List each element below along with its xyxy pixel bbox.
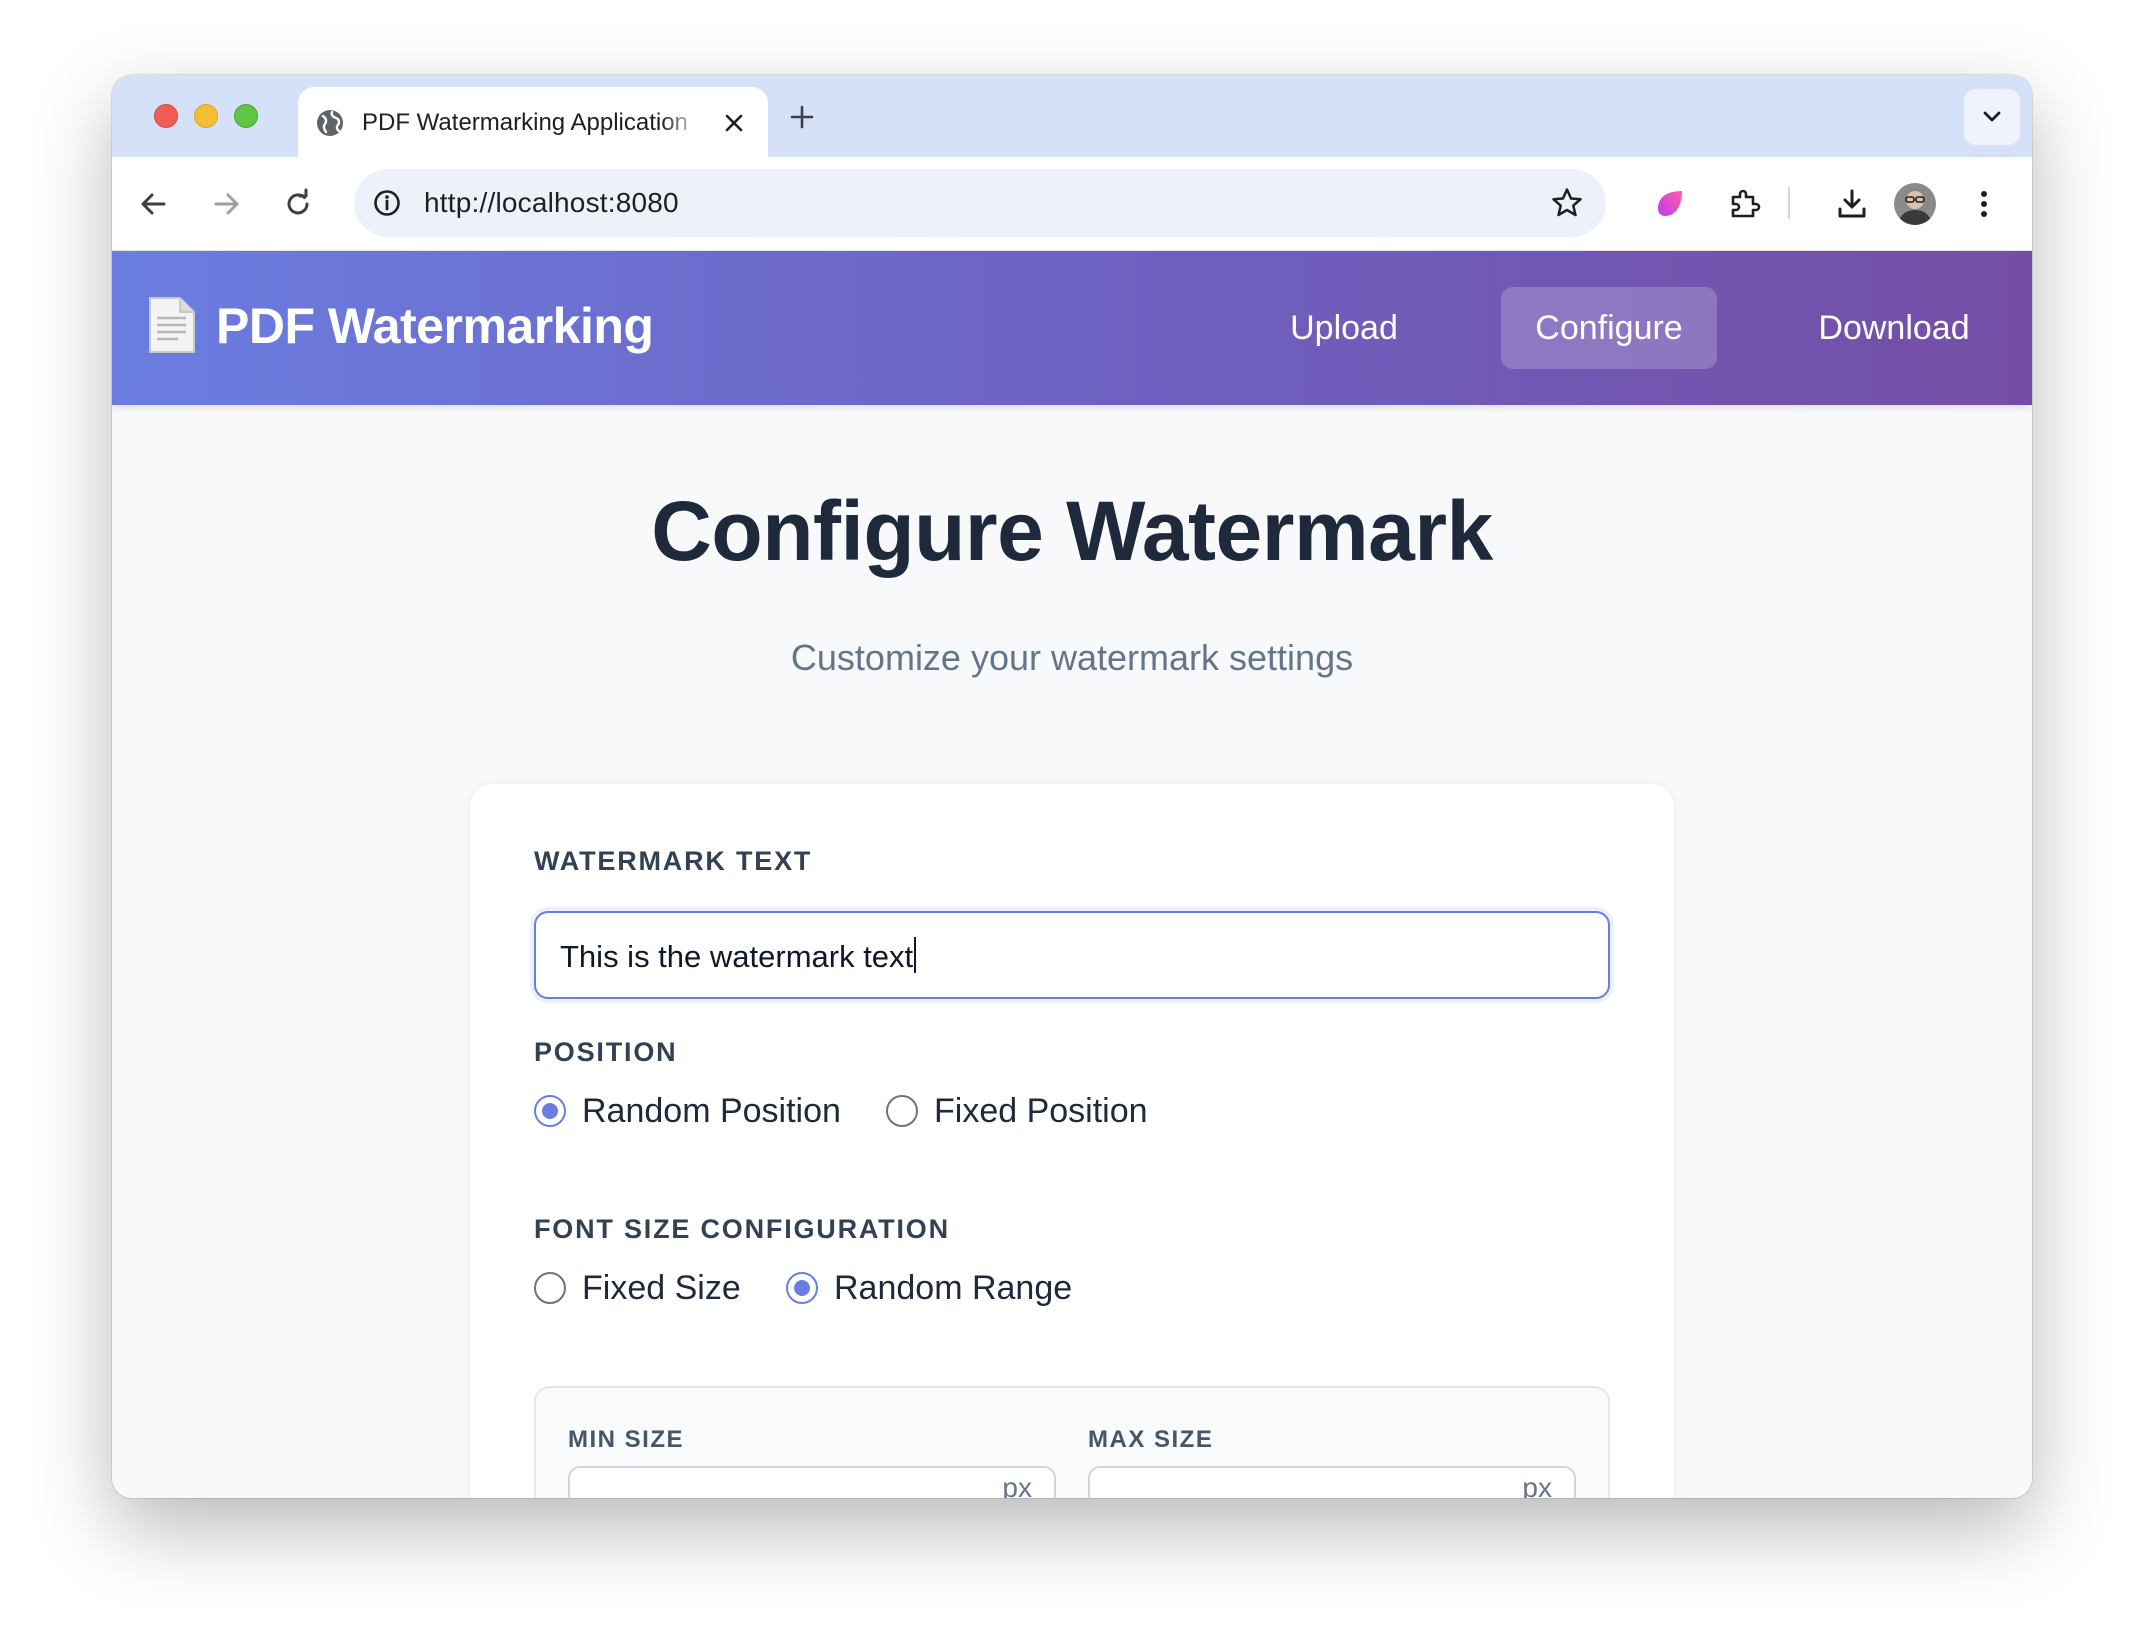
max-size-label: MAX SIZE [1088,1426,1214,1453]
radio-label: Random Position [582,1092,841,1130]
nav-link-upload[interactable]: Upload [1272,287,1416,369]
radio-button[interactable] [534,1272,566,1304]
watermark-text-value: This is the watermark text [560,939,914,974]
download-icon[interactable] [1834,186,1870,222]
min-size-input[interactable]: px [568,1466,1056,1498]
settings-card: WATERMARK TEXT This is the watermark tex… [470,784,1674,1498]
app-navbar: PDF Watermarking Upload Configure Downlo… [112,251,2032,405]
toolbar-divider [1788,187,1790,219]
radio-button-checked[interactable] [786,1272,818,1304]
font-size-range-panel: MIN SIZE px MAX SIZE px [534,1386,1610,1498]
reload-icon[interactable] [280,186,316,222]
page-subtitle: Customize your watermark settings [790,637,1354,678]
bookmark-star-icon[interactable] [1550,186,1584,220]
radio-random-range[interactable]: Random Range [786,1269,1072,1309]
min-size-label: MIN SIZE [568,1426,685,1453]
chevron-down-icon [1983,111,2001,122]
extensions-puzzle-icon[interactable] [1726,186,1762,222]
maximize-window-button[interactable] [234,104,258,128]
browser-toolbar: http://localhost:8080 [112,157,2032,251]
radio-label: Fixed Size [582,1269,741,1307]
extension-orb-icon[interactable] [1652,186,1688,222]
web-page: PDF Watermarking Upload Configure Downlo… [112,251,2032,1498]
nav-link-configure[interactable]: Configure [1501,287,1717,369]
watermark-text-label: WATERMARK TEXT [534,846,813,876]
address-bar[interactable]: http://localhost:8080 [354,169,1606,237]
radio-fixed-size[interactable]: Fixed Size [534,1269,744,1309]
minimize-window-button[interactable] [194,104,218,128]
watermark-text-input[interactable]: This is the watermark text [534,911,1610,999]
globe-icon [317,110,343,136]
radio-fixed-position[interactable]: Fixed Position [886,1092,1156,1132]
max-size-input[interactable]: px [1088,1466,1576,1498]
browser-window: PDF Watermarking Application http://loca… [112,75,2032,1498]
site-info-icon[interactable] [372,188,402,218]
tab-title: PDF Watermarking Application [362,109,688,136]
px-unit: px [1522,1472,1552,1498]
px-unit: px [1002,1472,1032,1498]
app-brand-title[interactable]: PDF Watermarking [216,297,654,355]
position-label: POSITION [534,1037,678,1067]
browser-tab[interactable]: PDF Watermarking Application [298,87,768,159]
radio-label: Fixed Position [934,1092,1148,1130]
close-tab-icon[interactable] [722,111,746,135]
nav-link-download[interactable]: Download [1792,287,1996,369]
text-caret [914,937,917,973]
document-icon [149,297,195,353]
new-tab-icon[interactable] [788,103,816,131]
forward-arrow-icon[interactable] [208,186,244,222]
tab-search-button[interactable] [1964,89,2020,145]
tab-strip: PDF Watermarking Application [112,75,2032,159]
page-title: Configure Watermark [651,484,1493,578]
back-arrow-icon[interactable] [136,186,172,222]
url-text[interactable]: http://localhost:8080 [424,187,679,219]
font-size-config-label: FONT SIZE CONFIGURATION [534,1214,950,1244]
radio-random-position[interactable]: Random Position [534,1092,841,1132]
radio-label: Random Range [834,1269,1073,1307]
more-menu-icon[interactable] [1966,186,2002,222]
radio-button[interactable] [886,1095,918,1127]
radio-button-checked[interactable] [534,1095,566,1127]
close-window-button[interactable] [154,104,178,128]
profile-avatar[interactable] [1894,183,1936,225]
